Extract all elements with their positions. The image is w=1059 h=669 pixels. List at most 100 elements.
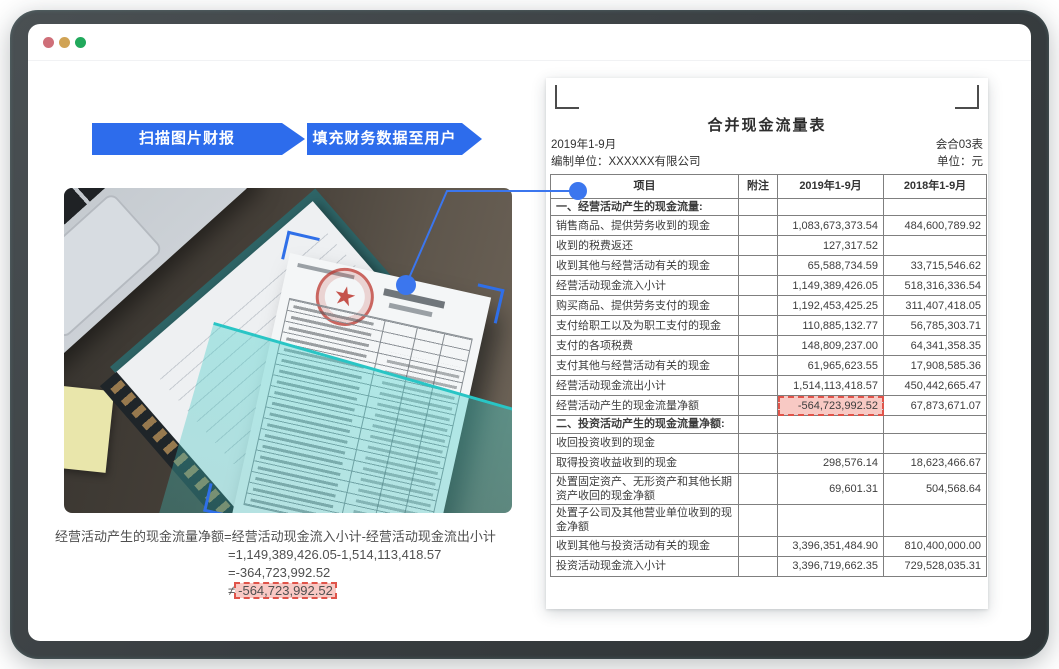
table-row: 经营活动现金流出小计 1,514,113,418.57450,442,665.47 <box>551 376 987 396</box>
table-row: 销售商品、提供劳务收到的现金1,083,673,373.54484,600,78… <box>551 216 987 236</box>
table-row: 支付的各项税费148,809,237.0064,341,358.35 <box>551 336 987 356</box>
cell-v2018: 810,400,000.00 <box>884 536 987 556</box>
statement-prepared-by: 编制单位：XXXXXX有限公司 <box>551 153 701 169</box>
cell-v2019: 1,192,453,425.25 <box>778 296 884 316</box>
cell-v2018: 311,407,418.05 <box>884 296 987 316</box>
cell-note <box>739 316 778 336</box>
window-content: 扫描图片财报 填充财务数据至用户系统 <box>28 24 1031 641</box>
cell-v2018 <box>884 199 987 216</box>
sticky-note <box>64 385 114 473</box>
cell-note <box>739 453 778 473</box>
cell-note <box>739 556 778 576</box>
minimize-button-icon[interactable] <box>59 37 70 48</box>
cell-v2018: 484,600,789.92 <box>884 216 987 236</box>
close-button-icon[interactable] <box>43 37 54 48</box>
cell-item: 经营活动现金流入小计 <box>551 276 739 296</box>
cell-note <box>739 296 778 316</box>
table-header-row: 项目 附注 2019年1-9月 2018年1-9月 <box>551 175 987 199</box>
cell-v2019: 148,809,237.00 <box>778 336 884 356</box>
cell-v2018: 67,873,671.07 <box>884 396 987 416</box>
table-row: 一、经营活动产生的现金流量: <box>551 199 987 216</box>
cell-note <box>739 336 778 356</box>
statement-title: 合并现金流量表 <box>546 114 988 135</box>
table-row: 支付其他与经营活动有关的现金61,965,623.5517,908,585.36 <box>551 356 987 376</box>
cell-item: 处置子公司及其他营业单位收到的现金净额 <box>551 505 739 537</box>
cashflow-table-body: 一、经营活动产生的现金流量:销售商品、提供劳务收到的现金1,083,673,37… <box>551 199 987 577</box>
cell-note <box>739 433 778 453</box>
statement-sheet-no: 会合03表 <box>936 136 983 152</box>
column-header-2019: 2019年1-9月 <box>778 175 884 199</box>
cell-v2018: 33,715,546.62 <box>884 256 987 276</box>
cell-v2019 <box>778 199 884 216</box>
cell-v2018 <box>884 433 987 453</box>
cell-v2019: 110,885,132.77 <box>778 316 884 336</box>
table-row: 处置子公司及其他营业单位收到的现金净额 <box>551 505 987 537</box>
statement-period: 2019年1-9月 <box>551 136 616 152</box>
cell-item: 支付其他与经营活动有关的现金 <box>551 356 739 376</box>
column-header-item: 项目 <box>551 175 739 199</box>
cell-item: 处置固定资产、无形资产和其他长期资产收回的现金净额 <box>551 473 739 505</box>
table-row: 收到其他与经营活动有关的现金 65,588,734.5933,715,546.62 <box>551 256 987 276</box>
cell-note <box>739 236 778 256</box>
desk-photo: ★ <box>64 188 512 513</box>
flow-step-fill-banner: 填充财务数据至用户系统 <box>307 123 482 155</box>
cell-note <box>739 416 778 433</box>
cashflow-table: 项目 附注 2019年1-9月 2018年1-9月 一、经营活动产生的现金流量:… <box>550 174 987 577</box>
table-row: 收到的税费返还 127,317.52 <box>551 236 987 256</box>
mismatch-value: -564,723,992.52 <box>235 583 336 598</box>
cell-v2018: 504,568.64 <box>884 473 987 505</box>
table-row: 收到其他与投资活动有关的现金 3,396,351,484.90810,400,00… <box>551 536 987 556</box>
cell-v2019 <box>778 416 884 433</box>
cell-v2019: 1,149,389,426.05 <box>778 276 884 296</box>
flow-step-fill-label: 填充财务数据至用户系统 <box>307 123 462 187</box>
table-row: 支付给职工以及为职工支付的现金110,885,132.7756,785,303.… <box>551 316 987 336</box>
cell-item: 收到其他与经营活动有关的现金 <box>551 256 739 276</box>
window-titlebar <box>28 24 1031 61</box>
table-row: 投资活动现金流入小计3,396,719,662.35729,528,035.31 <box>551 556 987 576</box>
zoom-button-icon[interactable] <box>75 37 86 48</box>
cell-note <box>739 505 778 537</box>
cell-item: 收到其他与投资活动有关的现金 <box>551 536 739 556</box>
cell-item: 购买商品、提供劳务支付的现金 <box>551 296 739 316</box>
cell-v2019: -564,723,992.52 <box>778 396 884 416</box>
cell-note <box>739 216 778 236</box>
formula-line-1: 经营活动产生的现金流量净额=经营活动现金流入小计-经营活动现金流出小计 <box>55 528 496 546</box>
cell-v2019: 1,514,113,418.57 <box>778 376 884 396</box>
formula-line-4: ≠-564,723,992.52 <box>228 582 496 600</box>
scan-frame-bracket-top-right <box>470 283 504 323</box>
app-window: 扫描图片财报 填充财务数据至用户系统 <box>10 10 1049 659</box>
cell-note <box>739 536 778 556</box>
scan-frame-bracket-bottom-left <box>203 483 238 513</box>
cell-note <box>739 376 778 396</box>
cell-v2018 <box>884 236 987 256</box>
crop-mark-top-right-icon <box>955 85 979 109</box>
cell-item: 经营活动产生的现金流量净额 <box>551 396 739 416</box>
formula-line-3: =-364,723,992.52 <box>228 564 496 582</box>
cell-v2019: 3,396,351,484.90 <box>778 536 884 556</box>
cell-v2018: 450,442,665.47 <box>884 376 987 396</box>
cell-note <box>739 356 778 376</box>
cell-item: 收到的税费返还 <box>551 236 739 256</box>
cell-v2019: 3,396,719,662.35 <box>778 556 884 576</box>
screen: 扫描图片财报 填充财务数据至用户系统 <box>0 0 1059 669</box>
cell-item: 取得投资收益收到的现金 <box>551 453 739 473</box>
validation-formula: 经营活动产生的现金流量净额=经营活动现金流入小计-经营活动现金流出小计 =1,1… <box>55 528 496 600</box>
cell-v2019: 127,317.52 <box>778 236 884 256</box>
statement-page: 合并现金流量表 2019年1-9月 会合03表 编制单位：XXXXXX有限公司 … <box>546 78 988 609</box>
table-row: 收回投资收到的现金 <box>551 433 987 453</box>
cell-v2019 <box>778 433 884 453</box>
laptop-trackpad <box>64 192 164 340</box>
cell-v2019: 65,588,734.59 <box>778 256 884 276</box>
formula-line-2: =1,149,389,426.05-1,514,113,418.57 <box>228 546 496 564</box>
crop-mark-top-left-icon <box>555 85 579 109</box>
table-row: 二、投资活动产生的现金流量净额: <box>551 416 987 433</box>
flow-step-scan-label: 扫描图片财报 <box>92 123 282 155</box>
table-row: 经营活动产生的现金流量净额 -564,723,992.5267,873,671.0… <box>551 396 987 416</box>
cell-v2019: 61,965,623.55 <box>778 356 884 376</box>
cell-v2018: 729,528,035.31 <box>884 556 987 576</box>
cell-item: 经营活动现金流出小计 <box>551 376 739 396</box>
cell-note <box>739 396 778 416</box>
column-header-2018: 2018年1-9月 <box>884 175 987 199</box>
table-row: 购买商品、提供劳务支付的现金 1,192,453,425.25311,407,41… <box>551 296 987 316</box>
cell-v2019: 1,083,673,373.54 <box>778 216 884 236</box>
